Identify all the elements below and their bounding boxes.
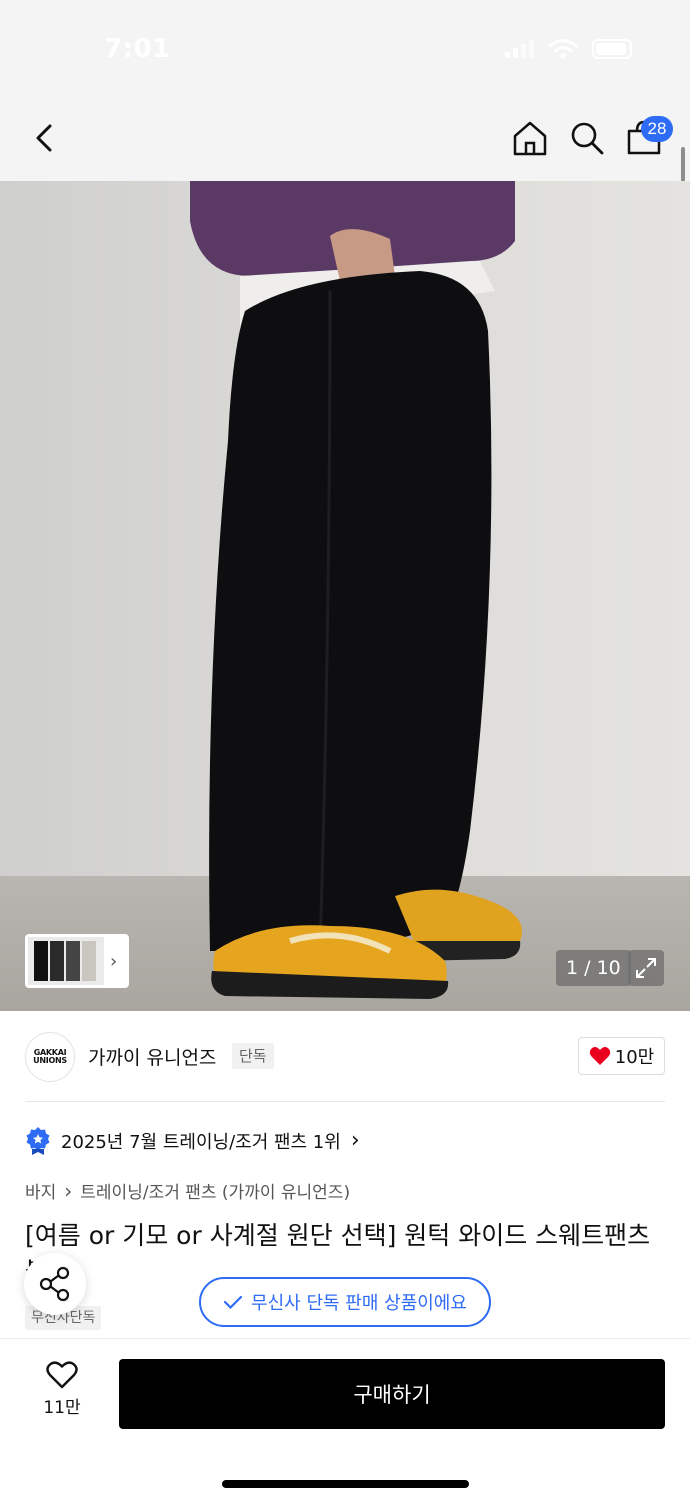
color-thumbnails — [28, 937, 104, 985]
top-bar: 7:01 28 — [0, 0, 690, 181]
search-icon[interactable] — [567, 118, 607, 158]
breadcrumb-subcategory[interactable]: 트레이닝/조거 팬츠 (가까이 유니언즈) — [80, 1178, 350, 1203]
brand-exclusive-tag: 단독 — [232, 1043, 274, 1069]
brand-logo[interactable]: GAKKAI UNIONS — [25, 1032, 75, 1082]
thumbnail-strip-button[interactable]: › — [25, 934, 129, 988]
breadcrumb: 바지 › 트레이닝/조거 팬츠 (가까이 유니언즈) — [25, 1178, 350, 1204]
chevron-right-icon: › — [350, 1128, 360, 1153]
status-icons — [505, 38, 632, 60]
brand-like-count: 10만 — [614, 1047, 655, 1068]
expand-icon[interactable] — [628, 950, 664, 986]
status-time: 7:01 — [104, 34, 171, 64]
brand-name[interactable]: 가까이 유니언즈 — [88, 1043, 216, 1070]
image-counter: 1 / 10 — [556, 950, 631, 986]
heart-filled-icon — [589, 1047, 611, 1065]
toast-text: 무신사 단독 판매 상품이에요 — [251, 1293, 467, 1314]
buy-button[interactable]: 구매하기 — [119, 1359, 665, 1429]
ranking-text: 2025년 7월 트레이닝/조거 팬츠 1위 — [61, 1132, 341, 1153]
back-button[interactable] — [26, 118, 66, 158]
share-button[interactable] — [24, 1253, 86, 1315]
wifi-icon — [548, 39, 578, 59]
ranking-badge-icon — [26, 1127, 50, 1155]
favorite-button[interactable]: 11만 — [30, 1361, 94, 1431]
cellular-signal-icon — [505, 40, 534, 58]
exclusive-toast: 무신사 단독 판매 상품이에요 — [199, 1277, 491, 1327]
cart-count-badge: 28 — [641, 116, 673, 142]
chevron-right-icon: › — [110, 950, 118, 972]
favorite-count: 11만 — [43, 1398, 81, 1418]
product-image[interactable]: › 1 / 10 — [0, 181, 690, 1011]
bottom-action-bar: 11만 구매하기 — [0, 1338, 690, 1500]
chevron-right-icon: › — [64, 1178, 73, 1203]
divider — [25, 1101, 665, 1102]
product-photo — [0, 181, 690, 1011]
battery-icon — [592, 39, 632, 59]
home-indicator — [222, 1480, 469, 1488]
share-icon — [39, 1266, 70, 1302]
check-icon — [223, 1295, 243, 1310]
brand-like-button[interactable]: 10만 — [578, 1037, 665, 1075]
breadcrumb-category[interactable]: 바지 — [25, 1178, 56, 1203]
heart-outline-icon — [46, 1361, 78, 1389]
ranking-link[interactable]: 2025년 7월 트레이닝/조거 팬츠 1위 › — [25, 1126, 360, 1156]
home-icon[interactable] — [510, 118, 550, 158]
